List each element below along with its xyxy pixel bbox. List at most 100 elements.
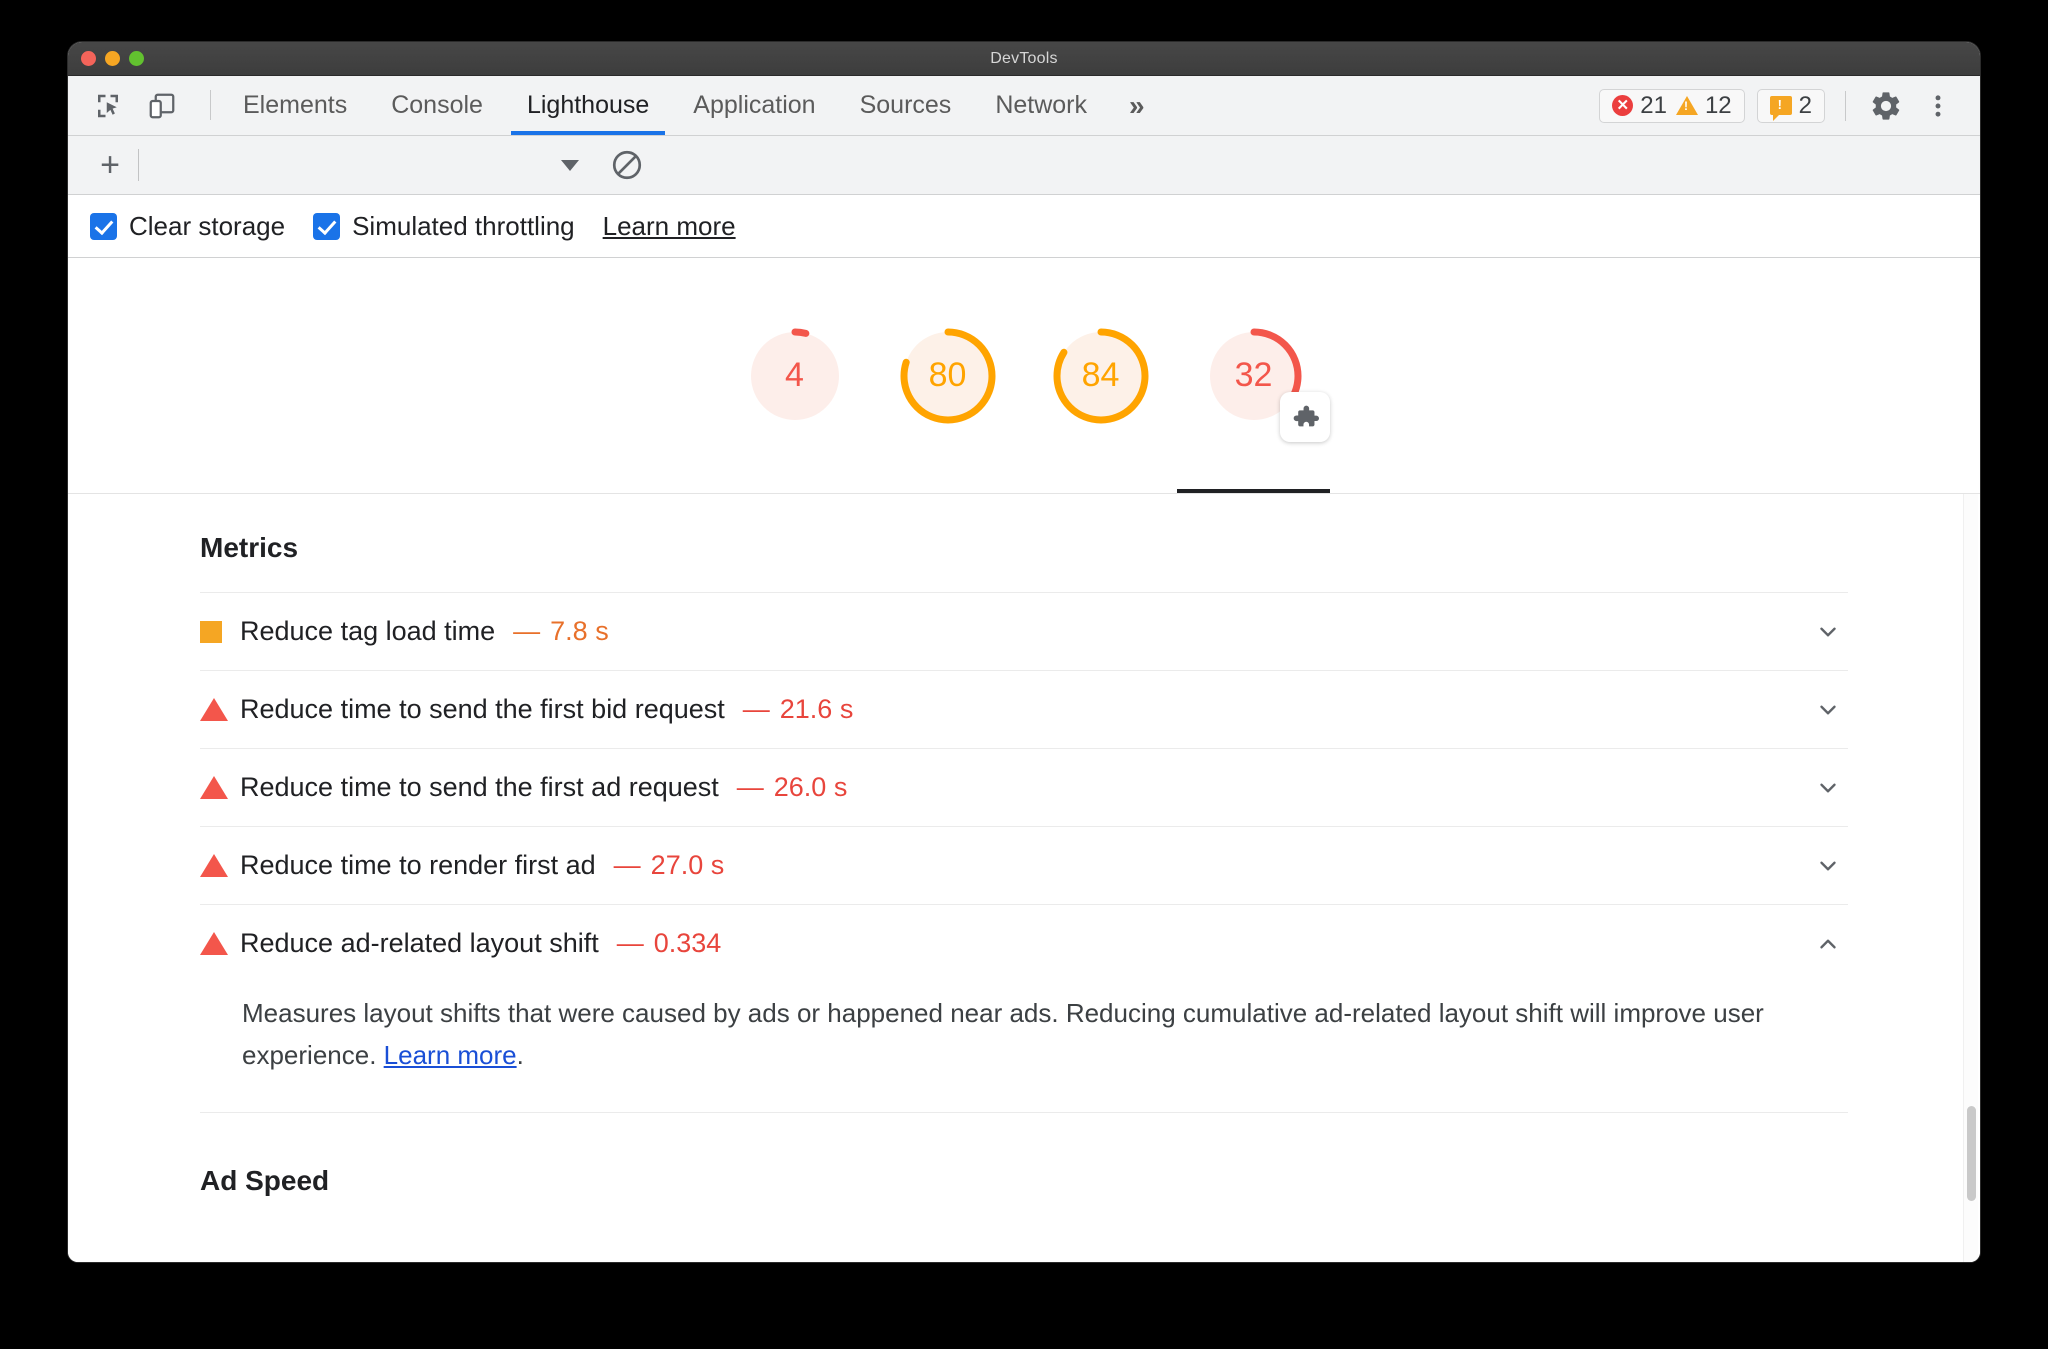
metric-description-text: Measures layout shifts that were caused … [242,992,1848,1076]
score-gauge-4[interactable]: 32 [1202,324,1330,442]
window-titlebar: DevTools [68,42,1980,76]
metric-value: 21.6 s [779,694,854,724]
metric-row-first-ad-request[interactable]: Reduce time to send the first ad request… [200,749,1848,827]
tab-label: Sources [859,91,952,119]
warning-triangle-icon [1675,96,1698,115]
gauge-cell-4[interactable]: 32 [1177,258,1330,493]
report-scrollbar[interactable] [1963,494,1978,1262]
gauge-cell-2[interactable]: 80 [871,258,1024,493]
severity-triangle-icon [200,776,228,799]
puzzle-piece-icon[interactable] [1279,391,1330,442]
tabbar-left-icons [68,76,221,135]
category-gauges: 4 80 84 32 [68,258,1980,494]
chevron-down-icon[interactable] [1808,846,1848,886]
chevron-down-icon [561,159,579,171]
tab-label: Elements [243,91,348,119]
traffic-lights [81,51,144,66]
error-icon: ✕ [1612,95,1634,116]
tab-label: Network [995,91,1087,119]
tab-label: Application [693,91,816,119]
subtoolbar-divider [138,149,139,181]
severity-indicator [200,854,240,877]
clear-storage-option[interactable]: Clear storage [90,211,285,242]
metric-dash: — [513,616,541,646]
simulated-throttling-option[interactable]: Simulated throttling [313,211,575,242]
error-warning-counter[interactable]: ✕ 21 12 [1599,88,1745,123]
tab-console[interactable]: Console [369,76,505,135]
gauge-cell-1[interactable]: 4 [718,258,871,493]
metric-value: 0.334 [653,928,722,958]
toolbar-divider [210,90,211,120]
tab-elements[interactable]: Elements [221,76,369,135]
gauge-cell-3[interactable]: 84 [1024,258,1177,493]
metric-row-tag-load-time[interactable]: Reduce tag load time — 7.8 s [200,593,1848,671]
warning-counter[interactable]: 12 [1675,91,1732,120]
window-title: DevTools [990,49,1058,67]
devtools-tabbar: Elements Console Lighthouse Application … [68,76,1980,136]
screenshot-root: DevTools Elements Console Lighthouse App… [0,0,2048,1349]
clear-storage-checkbox[interactable] [90,212,117,240]
severity-indicator [200,776,240,799]
toolbar-divider-right [1845,90,1846,121]
metric-title: Reduce time to send the first bid reques… [240,694,725,724]
metric-value: 7.8 s [550,616,609,646]
description-learn-more-link[interactable]: Learn more [384,1040,517,1070]
metric-description-panel: Measures layout shifts that were caused … [200,982,1848,1114]
close-window-button[interactable] [81,51,96,66]
chevron-down-icon[interactable] [1808,690,1848,730]
chevron-down-icon[interactable] [1808,612,1848,652]
metric-row-first-bid-request[interactable]: Reduce time to send the first bid reques… [200,671,1848,749]
tab-lighthouse[interactable]: Lighthouse [505,76,671,135]
issue-message-icon [1769,96,1792,121]
severity-indicator [200,698,240,721]
lighthouse-subtoolbar: + [68,136,1980,195]
clear-no-entry-icon[interactable] [603,141,651,189]
gauge-score-3: 84 [1081,356,1120,394]
metric-value: 26.0 s [773,772,848,802]
minimize-window-button[interactable] [105,51,120,66]
simulated-throttling-label: Simulated throttling [352,210,575,241]
issue-counter[interactable]: 2 [1769,91,1812,121]
tab-application[interactable]: Application [671,76,837,135]
gauge-score-1: 4 [785,356,804,394]
issue-count: 2 [1798,91,1812,119]
gauge-score-2: 80 [928,356,967,394]
error-counter[interactable]: ✕ 21 [1612,92,1667,120]
panel-tabs: Elements Console Lighthouse Application … [221,76,1165,135]
tab-label: Console [391,91,483,119]
maximize-window-button[interactable] [129,51,144,66]
score-gauge-3[interactable]: 84 [1049,324,1153,428]
chevron-up-icon[interactable] [1808,924,1848,964]
metric-title: Reduce ad-related layout shift [240,928,599,958]
severity-triangle-icon [200,698,228,721]
device-toolbar-icon[interactable] [142,86,182,126]
description-after-link: . [516,1040,524,1071]
chevron-down-icon[interactable] [1808,768,1848,808]
severity-square-icon [200,620,222,643]
gear-icon[interactable] [1866,86,1906,126]
lighthouse-options-bar: Clear storage Simulated throttling Learn… [68,195,1980,258]
metric-row-render-first-ad[interactable]: Reduce time to render first ad — 27.0 s [200,827,1848,905]
score-gauge-1[interactable]: 4 [743,324,847,428]
tab-network[interactable]: Network [973,76,1109,135]
warning-count: 12 [1704,91,1732,119]
metric-row-ad-related-layout-shift[interactable]: Reduce ad-related layout shift — 0.334 [200,905,1848,982]
lighthouse-report: 4 80 84 32 Metrics Reduce tag load time … [68,258,1980,1262]
severity-triangle-icon [200,932,228,955]
metric-title: Reduce time to render first ad [240,850,596,880]
report-scrollbar-thumb[interactable] [1967,1106,1976,1201]
devtools-window: DevTools Elements Console Lighthouse App… [68,42,1980,1262]
kebab-menu-icon[interactable] [1918,86,1958,126]
issues-counter[interactable]: 2 [1756,88,1825,123]
add-report-button[interactable]: + [88,143,132,187]
metric-dash: — [613,850,641,880]
throttling-learn-more-link[interactable]: Learn more [603,211,736,242]
score-gauge-2[interactable]: 80 [896,324,1000,428]
inspect-element-icon[interactable] [88,86,128,126]
simulated-throttling-checkbox[interactable] [313,212,341,240]
clear-storage-label: Clear storage [129,210,286,241]
tab-sources[interactable]: Sources [838,76,974,135]
ad-speed-heading: Ad Speed [200,1165,330,1197]
more-tabs-chevron-icon[interactable]: » [1109,76,1165,135]
report-select-dropdown[interactable] [149,159,589,171]
